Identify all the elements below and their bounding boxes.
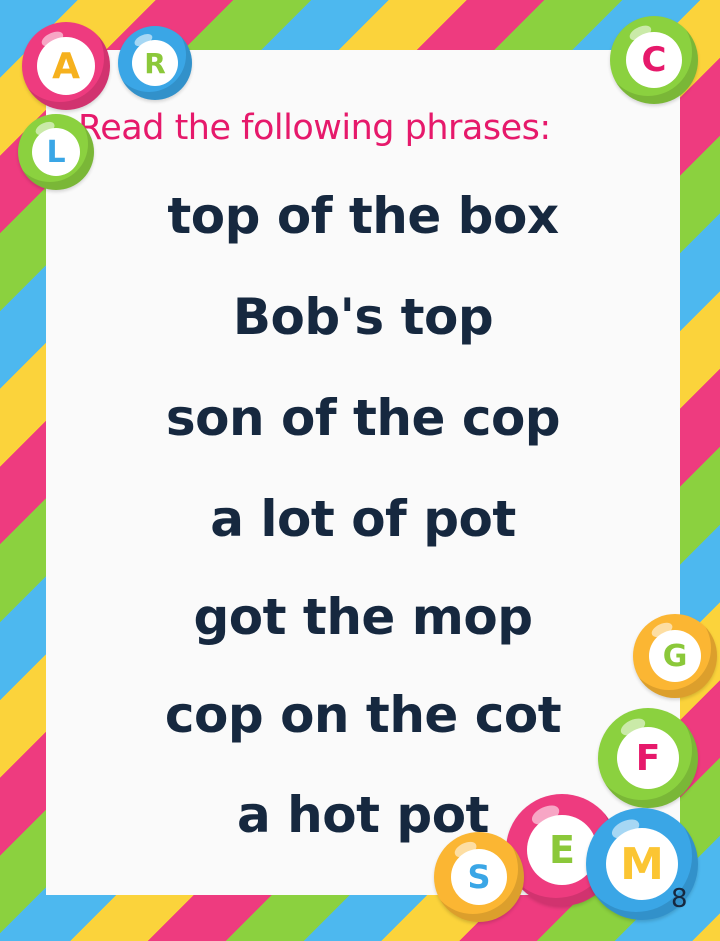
bubble-letter-g: G xyxy=(649,630,701,682)
letter-bubble-r: R xyxy=(118,26,192,100)
letter-bubble-c: C xyxy=(610,16,698,104)
phrase-3: son of the cop xyxy=(165,389,561,447)
bubble-letter-f: F xyxy=(617,727,679,789)
bubble-letter-c: C xyxy=(626,32,682,88)
bubble-letter-m: M xyxy=(606,828,678,900)
phrase-4: a lot of pot xyxy=(210,490,516,548)
phrase-6: cop on the cot xyxy=(164,686,562,744)
bubble-letter-s: S xyxy=(451,849,507,905)
phrase-5: got the mop xyxy=(193,588,533,646)
letter-bubble-a: A xyxy=(22,22,110,110)
letter-bubble-l: L xyxy=(18,114,94,190)
worksheet-card xyxy=(46,50,680,895)
phrase-1: top of the box xyxy=(167,187,559,245)
letter-bubble-s: S xyxy=(434,832,524,922)
letter-bubble-f: F xyxy=(598,708,698,808)
letter-bubble-g: G xyxy=(633,614,717,698)
bubble-letter-a: A xyxy=(37,37,95,95)
worksheet-heading: Read the following phrases: xyxy=(78,108,551,148)
page-number: 8 xyxy=(671,884,688,914)
bubble-letter-r: R xyxy=(132,40,178,86)
phrase-2: Bob's top xyxy=(232,288,494,346)
bubble-letter-l: L xyxy=(32,128,80,176)
